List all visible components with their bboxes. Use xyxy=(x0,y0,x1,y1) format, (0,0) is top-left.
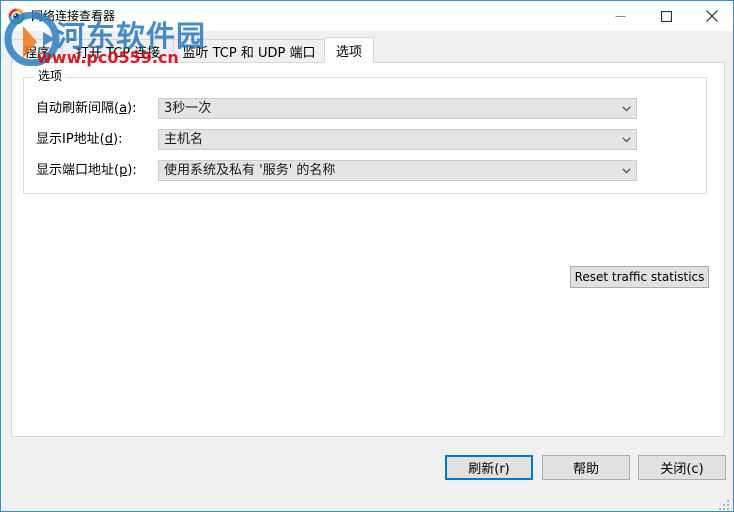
window-title: 网络连接查看器 xyxy=(31,9,116,23)
group-box-legend: 选项 xyxy=(34,69,67,83)
tab-label: 打开 TCP 连接 xyxy=(75,46,161,61)
auto-refresh-interval-combobox[interactable]: 3秒一次 xyxy=(158,98,637,119)
display-ip-address-combobox[interactable]: 主机名 xyxy=(158,129,637,150)
combobox-value: 主机名 xyxy=(164,132,204,147)
tab-strip: 程序 打开 TCP 连接 监听 TCP 和 UDP 端口 选项 xyxy=(11,37,725,63)
combobox-value: 使用系统及私有 '服务' 的名称 xyxy=(164,163,336,178)
display-port-address-combobox[interactable]: 使用系统及私有 '服务' 的名称 xyxy=(158,160,637,181)
tab-programs[interactable]: 程序 xyxy=(11,39,63,63)
eye-globe-icon xyxy=(8,8,25,25)
close-dialog-button[interactable]: 关闭(c) xyxy=(638,455,726,480)
resize-grip[interactable] xyxy=(718,496,730,510)
chevron-down-icon[interactable] xyxy=(616,130,636,149)
reset-traffic-statistics-button[interactable]: Reset traffic statistics xyxy=(570,266,709,288)
tab-options[interactable]: 选项 xyxy=(324,37,374,63)
refresh-button[interactable]: 刷新(r) xyxy=(445,455,533,480)
minimize-button[interactable] xyxy=(597,1,643,31)
display-port-address-label: 显示端口地址(p): xyxy=(36,163,137,178)
tab-open-tcp-connections[interactable]: 打开 TCP 连接 xyxy=(62,39,174,63)
options-tab-panel: 选项 自动刷新间隔(a): 3秒一次 显示IP地址(d): 主机名 显示端口地址… xyxy=(11,62,725,437)
chevron-down-icon[interactable] xyxy=(616,99,636,118)
tab-listening-tcp-udp-ports[interactable]: 监听 TCP 和 UDP 端口 xyxy=(173,39,325,63)
tab-label: 选项 xyxy=(335,44,362,60)
options-group-box: 选项 自动刷新间隔(a): 3秒一次 显示IP地址(d): 主机名 显示端口地址… xyxy=(23,69,707,194)
tab-label: 程序 xyxy=(23,46,50,61)
title-bar: 网络连接查看器 xyxy=(1,0,733,31)
tab-label: 监听 TCP 和 UDP 端口 xyxy=(182,46,316,61)
chevron-down-icon[interactable] xyxy=(616,161,636,180)
close-button[interactable] xyxy=(689,1,733,31)
help-button[interactable]: 帮助 xyxy=(542,455,630,480)
display-ip-address-label: 显示IP地址(d): xyxy=(36,132,123,147)
auto-refresh-interval-label: 自动刷新间隔(a): xyxy=(36,101,137,116)
maximize-button[interactable] xyxy=(643,1,689,31)
combobox-value: 3秒一次 xyxy=(164,101,212,116)
app-window: 网络连接查看器 程序 打开 TCP 连接 监听 TCP 和 UDP 端口 选项 xyxy=(0,0,734,512)
